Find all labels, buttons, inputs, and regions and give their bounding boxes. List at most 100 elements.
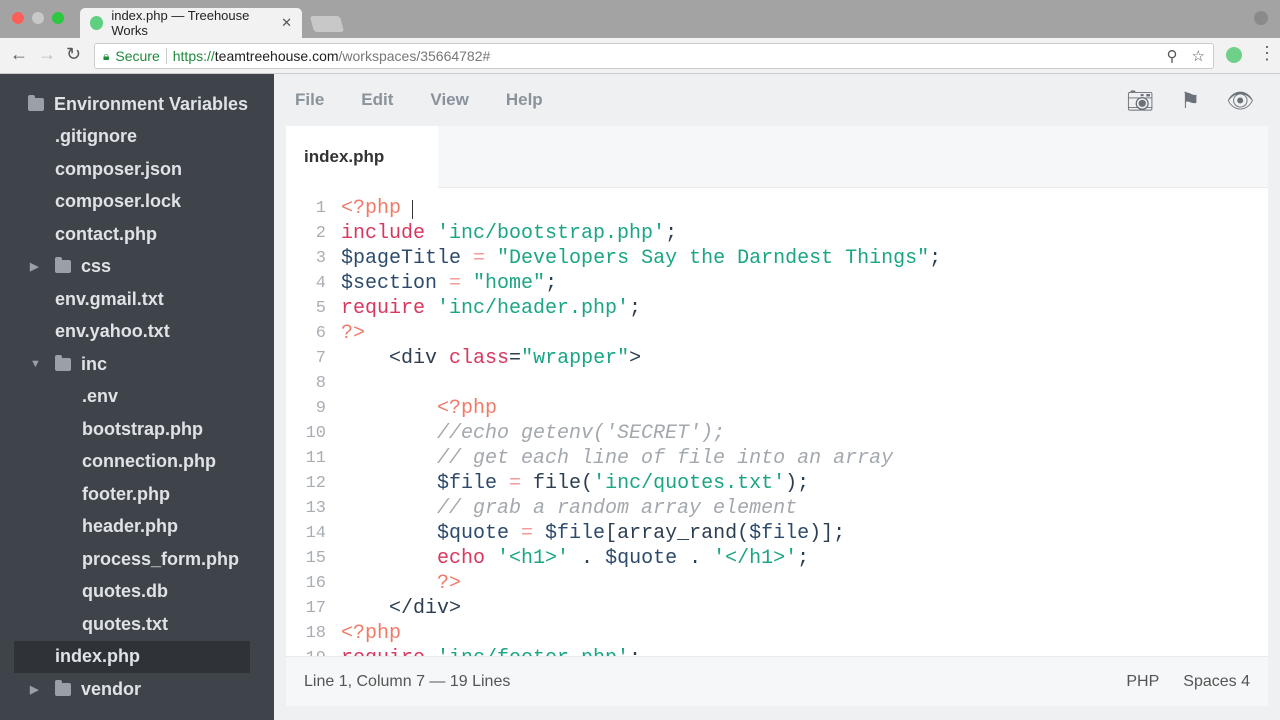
secure-label: Secure (115, 48, 160, 64)
menu-view[interactable]: View (430, 90, 468, 110)
line-number: 14 (305, 524, 326, 543)
code-token: ?> (341, 322, 366, 345)
file-item[interactable]: index.php (14, 640, 250, 673)
code-line[interactable]: <div class="wrapper"> (341, 346, 641, 371)
file-item[interactable]: header.php (0, 511, 274, 544)
file-item[interactable]: .gitignore (0, 121, 274, 154)
file-item[interactable]: composer.lock (0, 186, 274, 219)
code-line[interactable]: // get each line of file into an array (341, 446, 893, 471)
folder-item[interactable]: ▶ css (0, 251, 274, 284)
code-line[interactable]: require 'inc/header.php'; (341, 296, 641, 321)
folder-item[interactable]: Environment Variables (0, 88, 274, 121)
code-line[interactable]: // grab a random array element (341, 496, 797, 521)
code-token: echo (341, 547, 498, 570)
code-line[interactable]: <?php (341, 396, 497, 421)
extension-icon[interactable] (1226, 47, 1242, 63)
code-token: $file (545, 522, 606, 545)
line-number: 12 (305, 474, 326, 493)
maximize-window-button[interactable] (52, 12, 64, 24)
code-line[interactable]: </div> (341, 596, 461, 621)
file-item[interactable]: bootstrap.php (0, 413, 274, 446)
url-path: /workspaces/35664782# (338, 48, 491, 64)
file-item[interactable]: quotes.db (0, 576, 274, 609)
close-tab-icon[interactable]: ✕ (281, 15, 292, 31)
file-item[interactable]: connection.php (0, 446, 274, 479)
item-label: env.yahoo.txt (55, 321, 170, 342)
code-line[interactable]: //echo getenv('SECRET'); (341, 421, 725, 446)
code-token: ?> (341, 572, 462, 595)
item-label: .env (82, 386, 119, 407)
line-number: 8 (315, 374, 326, 393)
chevron-right-icon[interactable]: ▶ (30, 683, 38, 696)
code-line[interactable]: ?> (341, 321, 365, 346)
code-line[interactable]: $file = file('inc/quotes.txt'); (341, 471, 809, 496)
url-host: teamtreehouse.com (214, 48, 339, 64)
more-menu-icon[interactable]: ⋮ (1258, 43, 1276, 64)
file-item[interactable]: quotes.txt (0, 608, 274, 641)
file-item[interactable]: process_form.php (0, 543, 274, 576)
file-item[interactable]: contact.php (0, 218, 274, 251)
file-item[interactable]: .env (0, 381, 274, 414)
code-token: 'inc/bootstrap.php' (437, 222, 666, 245)
code-line[interactable]: <?php (341, 196, 413, 221)
bookmark-star-icon[interactable]: ☆ (1192, 47, 1205, 65)
code-token: <?php (341, 197, 414, 220)
tab-title: index.php — Treehouse Works (111, 8, 250, 38)
code-line[interactable]: require 'inc/footer.php'; (341, 646, 641, 656)
code-token: = (473, 247, 498, 270)
menu-bar: File Edit View Help 📷︎ ⚑ 👁︎ (274, 74, 1280, 126)
item-label: header.php (82, 516, 179, 537)
chevron-right-icon[interactable]: ▶ (30, 260, 38, 273)
line-number: 2 (315, 224, 326, 243)
item-label: bootstrap.php (82, 418, 203, 439)
snapshot-camera-icon[interactable]: 📷︎ (1126, 88, 1154, 114)
file-item[interactable]: env.yahoo.txt (0, 316, 274, 349)
code-editor[interactable]: index.php 1 <?php 2 include 'inc/bootstrap… (286, 126, 1268, 706)
language-selector[interactable]: PHP (1126, 673, 1159, 691)
address-toolbar: ← → ↻ 🔒︎ Secure https://teamtreehouse.co… (0, 38, 1280, 74)
folder-item[interactable]: ▼ inc (0, 348, 274, 381)
folder-item[interactable]: ▶ vendor (0, 673, 274, 706)
item-label: connection.php (82, 451, 216, 472)
zoom-icon[interactable]: ⚲ (1167, 47, 1178, 65)
code-line[interactable]: $section = "home"; (341, 271, 557, 296)
line-number: 16 (305, 574, 326, 593)
url-bar[interactable]: 🔒︎ Secure https://teamtreehouse.com/work… (94, 43, 1214, 69)
menu-edit[interactable]: Edit (361, 90, 393, 110)
menu-help[interactable]: Help (506, 90, 543, 110)
code-token: include (341, 222, 438, 245)
line-number: 9 (315, 399, 326, 418)
code-area[interactable]: 1 <?php 2 include 'inc/bootstrap.php'; 3 $pa… (286, 196, 1268, 656)
tab-index-php[interactable]: index.php (286, 126, 438, 188)
browser-tab[interactable]: index.php — Treehouse Works ✕ (80, 8, 302, 38)
line-number: 19 (286, 646, 326, 656)
line-number: 3 (315, 249, 326, 268)
code-token: . (569, 547, 606, 570)
reload-icon[interactable]: ↻ (66, 44, 81, 65)
code-token: // get each line of file into an array (341, 447, 894, 470)
profile-icon[interactable] (1254, 11, 1268, 25)
preview-eye-icon[interactable]: 👁︎ (1226, 88, 1254, 114)
chevron-down-icon[interactable]: ▼ (30, 358, 41, 370)
code-line[interactable]: ?> (341, 571, 461, 596)
back-icon[interactable]: ← (10, 44, 28, 65)
file-item[interactable]: footer.php (0, 478, 274, 511)
file-item[interactable]: env.gmail.txt (0, 283, 274, 316)
minimize-window-button[interactable] (32, 12, 44, 24)
file-item[interactable]: composer.json (0, 153, 274, 186)
menu-file[interactable]: File (295, 90, 324, 110)
close-window-button[interactable] (12, 12, 24, 24)
forward-icon[interactable]: → (38, 44, 56, 65)
code-line[interactable]: $pageTitle = "Developers Say the Darndes… (341, 246, 941, 271)
code-token: )]; (809, 522, 846, 545)
code-line[interactable]: $quote = $file[array_rand($file)]; (341, 521, 845, 546)
code-line[interactable]: echo '<h1>' . $quote . '</h1>'; (341, 546, 809, 571)
item-label: index.php (55, 646, 140, 667)
code-line[interactable]: <?php (341, 621, 401, 646)
share-icon[interactable]: ⚑ (1180, 88, 1200, 114)
code-line[interactable]: include 'inc/bootstrap.php'; (341, 221, 677, 246)
new-tab-button[interactable] (309, 16, 345, 32)
indent-selector[interactable]: Spaces 4 (1183, 673, 1250, 691)
code-token: $file (749, 522, 810, 545)
editor-tab-bar: index.php (286, 126, 1268, 188)
